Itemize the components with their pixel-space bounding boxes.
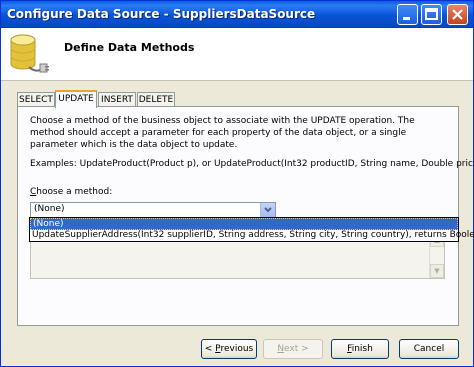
wizard-header: Define Data Methods — [1, 28, 473, 81]
tab-label: SELECT — [19, 95, 53, 105]
next-label: ext > — [284, 344, 309, 354]
examples-text: Examples: UpdateProduct(Product p), or U… — [30, 159, 474, 169]
minimize-icon[interactable] — [397, 4, 418, 25]
method-dropdown-list[interactable]: (None) UpdateSupplierAddress(Int32 suppl… — [29, 217, 474, 242]
choose-method-label: Choose a method: — [30, 187, 112, 197]
finish-button[interactable]: Finish — [331, 339, 389, 359]
tab-delete[interactable]: DELETE — [137, 92, 175, 107]
finish-label: inish — [351, 344, 373, 354]
page-title: Define Data Methods — [64, 41, 195, 54]
database-icon — [7, 31, 51, 80]
window-title: Configure Data Source - SuppliersDataSou… — [7, 7, 316, 21]
tab-insert[interactable]: INSERT — [98, 92, 136, 107]
previous-button[interactable]: < Previous — [201, 339, 257, 359]
tab-label: INSERT — [101, 95, 133, 105]
method-description: Choose a method of the business object t… — [30, 116, 415, 150]
tab-select[interactable]: SELECT — [17, 92, 55, 107]
tab-panel-update: Choose a method of the business object t… — [17, 106, 474, 326]
maximize-icon[interactable] — [421, 4, 442, 25]
dropdown-option-none[interactable]: (None) — [30, 218, 458, 230]
dropdown-arrow-icon[interactable] — [260, 203, 275, 217]
previous-label: revious — [220, 344, 254, 354]
tab-update[interactable]: UPDATE — [55, 90, 97, 108]
title-bar[interactable]: Configure Data Source - SuppliersDataSou… — [1, 1, 473, 28]
tab-label: UPDATE — [58, 94, 94, 104]
next-button[interactable]: Next > — [263, 339, 323, 359]
dropdown-option-update-supplier-address[interactable]: UpdateSupplierAddress(Int32 supplierID, … — [30, 230, 474, 242]
cancel-button[interactable]: Cancel — [399, 339, 459, 359]
previous-prefix: < — [204, 344, 216, 354]
combo-selected-value: (None) — [34, 204, 65, 214]
dialog-window: Configure Data Source - SuppliersDataSou… — [0, 0, 474, 367]
method-combobox[interactable]: (None) — [30, 202, 276, 218]
close-icon[interactable] — [447, 4, 468, 25]
scroll-down-icon[interactable]: ▼ — [430, 264, 444, 278]
tab-label: DELETE — [138, 95, 174, 105]
choose-label-text: hoose a method: — [36, 187, 113, 197]
